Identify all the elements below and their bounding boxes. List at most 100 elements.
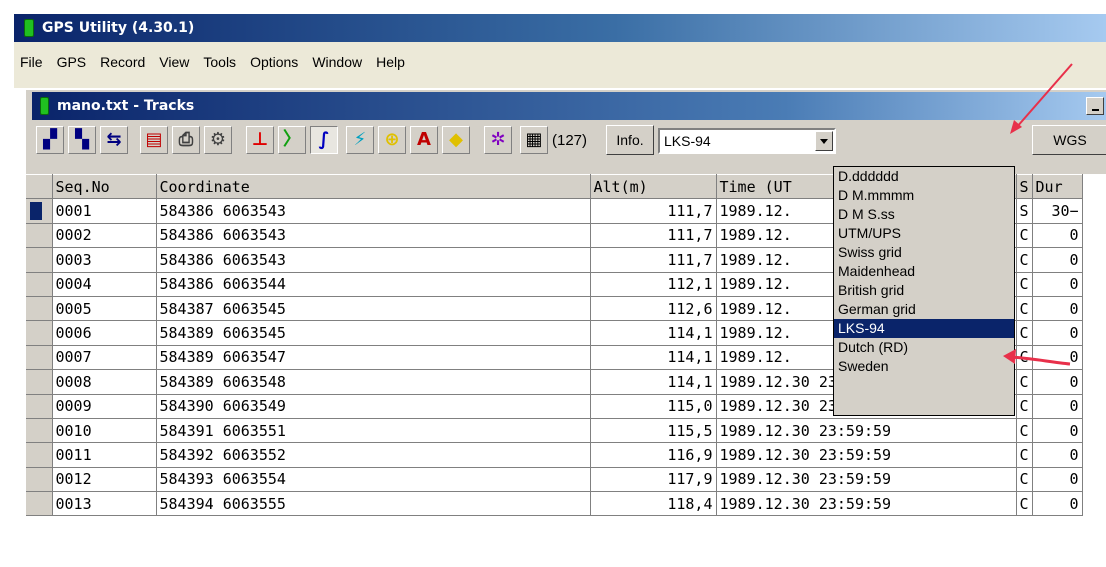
cell-seq[interactable]: 0010 [52,418,157,444]
dropdown-option[interactable]: Dutch (RD) [834,338,1014,357]
cell-coordinate[interactable]: 584391 6063551 [156,418,591,444]
cell-alt[interactable]: 114,1 [590,345,717,371]
cell-dur[interactable]: 0 [1032,394,1083,419]
cell-dur[interactable]: 0 [1032,491,1083,517]
cell-coordinate[interactable]: 584386 6063543 [156,223,591,249]
menu-window[interactable]: Window [312,54,362,70]
cell-dur[interactable]: 0 [1032,223,1083,249]
cell-s[interactable]: C [1016,491,1033,517]
cell-s[interactable]: C [1016,369,1033,395]
cell-s[interactable]: C [1016,418,1033,444]
settings-icon[interactable]: ⚙ [204,126,232,154]
cell-time[interactable]: 1989.12.30 23:59:59 [716,442,1017,468]
list-icon[interactable]: ▦ [520,126,548,154]
cell-s[interactable]: C [1016,442,1033,468]
row-selector[interactable] [26,467,53,493]
info-button[interactable]: Info. [606,125,654,155]
cell-dur[interactable]: 0 [1032,442,1083,468]
cell-seq[interactable]: 0002 [52,223,157,249]
cell-s[interactable]: S [1016,198,1033,224]
cell-seq[interactable]: 0009 [52,394,157,419]
datum-button[interactable]: WGS [1032,125,1106,155]
cell-dur[interactable]: 0 [1032,345,1083,371]
cell-dur[interactable]: 0 [1032,467,1083,493]
cell-alt[interactable]: 117,9 [590,467,717,493]
cell-alt[interactable]: 115,0 [590,394,717,419]
cell-dur[interactable]: 30− [1032,198,1083,224]
cell-coordinate[interactable]: 584390 6063549 [156,394,591,419]
map-icon[interactable]: ⚡ [346,126,374,154]
cell-s[interactable]: C [1016,467,1033,493]
cell-alt[interactable]: 111,7 [590,247,717,273]
cell-seq[interactable]: 0005 [52,296,157,322]
cross-icon[interactable]: ⊥ [246,126,274,154]
cell-coordinate[interactable]: 584387 6063545 [156,296,591,322]
colors-icon[interactable]: ✲ [484,126,512,154]
row-selector[interactable] [26,247,53,273]
dropdown-option[interactable]: D M S.ss [834,205,1014,224]
cell-time[interactable]: 1989.12.30 23:59:59 [716,418,1017,444]
dropdown-option[interactable]: Sweden [834,357,1014,376]
table-row[interactable]: 0011 584392 6063552 116,9 1989.12.30 23:59:… [26,442,1083,468]
cell-s[interactable]: C [1016,394,1033,419]
cell-s[interactable]: C [1016,345,1033,371]
open-track-icon[interactable]: ▞ [36,126,64,154]
dropdown-option[interactable]: D.dddddd [834,167,1014,186]
coordinate-format-combo[interactable]: LKS-94 [658,128,836,154]
cell-s[interactable]: C [1016,247,1033,273]
cell-coordinate[interactable]: 584389 6063547 [156,345,591,371]
menu-record[interactable]: Record [100,54,145,70]
chevron-down-icon[interactable] [815,131,833,151]
cell-seq[interactable]: 0008 [52,369,157,395]
table-row[interactable]: 0013 584394 6063555 118,4 1989.12.30 23:59:… [26,491,1083,517]
cell-seq[interactable]: 0007 [52,345,157,371]
menu-tools[interactable]: Tools [203,54,236,70]
cell-seq[interactable]: 0001 [52,198,157,224]
cell-coordinate[interactable]: 584393 6063554 [156,467,591,493]
cell-dur[interactable]: 0 [1032,369,1083,395]
cell-coordinate[interactable]: 584392 6063552 [156,442,591,468]
dropdown-option[interactable]: Swiss grid [834,243,1014,262]
row-selector[interactable] [26,272,53,297]
cell-coordinate[interactable]: 584389 6063548 [156,369,591,395]
cell-time[interactable]: 1989.12.30 23:59:59 [716,491,1017,517]
menu-gps[interactable]: GPS [57,54,87,70]
merge-icon[interactable]: ⇆ [100,126,128,154]
cell-time[interactable]: 1989.12.30 23:59:59 [716,467,1017,493]
row-selector[interactable] [26,223,53,249]
cell-alt[interactable]: 112,1 [590,272,717,297]
cell-alt[interactable]: 115,5 [590,418,717,444]
cell-s[interactable]: C [1016,272,1033,297]
cell-alt[interactable]: 111,7 [590,198,717,224]
minimize-button[interactable] [1086,97,1104,115]
cell-alt[interactable]: 111,7 [590,223,717,249]
note-icon[interactable]: ◆ [442,126,470,154]
column-header-s[interactable]: S [1016,174,1033,200]
row-selector[interactable] [26,491,53,517]
column-header-seq[interactable]: Seq.No [52,174,157,200]
row-selector[interactable] [26,442,53,468]
dropdown-option[interactable]: D M.mmmm [834,186,1014,205]
route-arrow-icon[interactable]: 〉 [278,126,306,154]
column-header-dur[interactable]: Dur [1032,174,1083,200]
menu-view[interactable]: View [159,54,189,70]
row-selector[interactable] [26,418,53,444]
cell-dur[interactable]: 0 [1032,272,1083,297]
cell-coordinate[interactable]: 584386 6063543 [156,198,591,224]
table-row[interactable]: 0010 584391 6063551 115,5 1989.12.30 23:59:… [26,418,1083,444]
row-selector[interactable] [26,369,53,395]
cell-dur[interactable]: 0 [1032,247,1083,273]
export-icon[interactable]: ▤ [140,126,168,154]
row-selector[interactable] [26,345,53,371]
table-row[interactable]: 0012 584393 6063554 117,9 1989.12.30 23:59:… [26,467,1083,493]
dropdown-option[interactable]: Maidenhead [834,262,1014,281]
dropdown-option[interactable]: LKS-94 [834,319,1014,338]
cell-coordinate[interactable]: 584394 6063555 [156,491,591,517]
row-selector[interactable] [26,394,53,419]
cell-seq[interactable]: 0006 [52,320,157,346]
row-selector[interactable] [26,198,53,224]
row-selector[interactable] [26,296,53,322]
cell-seq[interactable]: 0011 [52,442,157,468]
cell-dur[interactable]: 0 [1032,296,1083,322]
menu-help[interactable]: Help [376,54,405,70]
